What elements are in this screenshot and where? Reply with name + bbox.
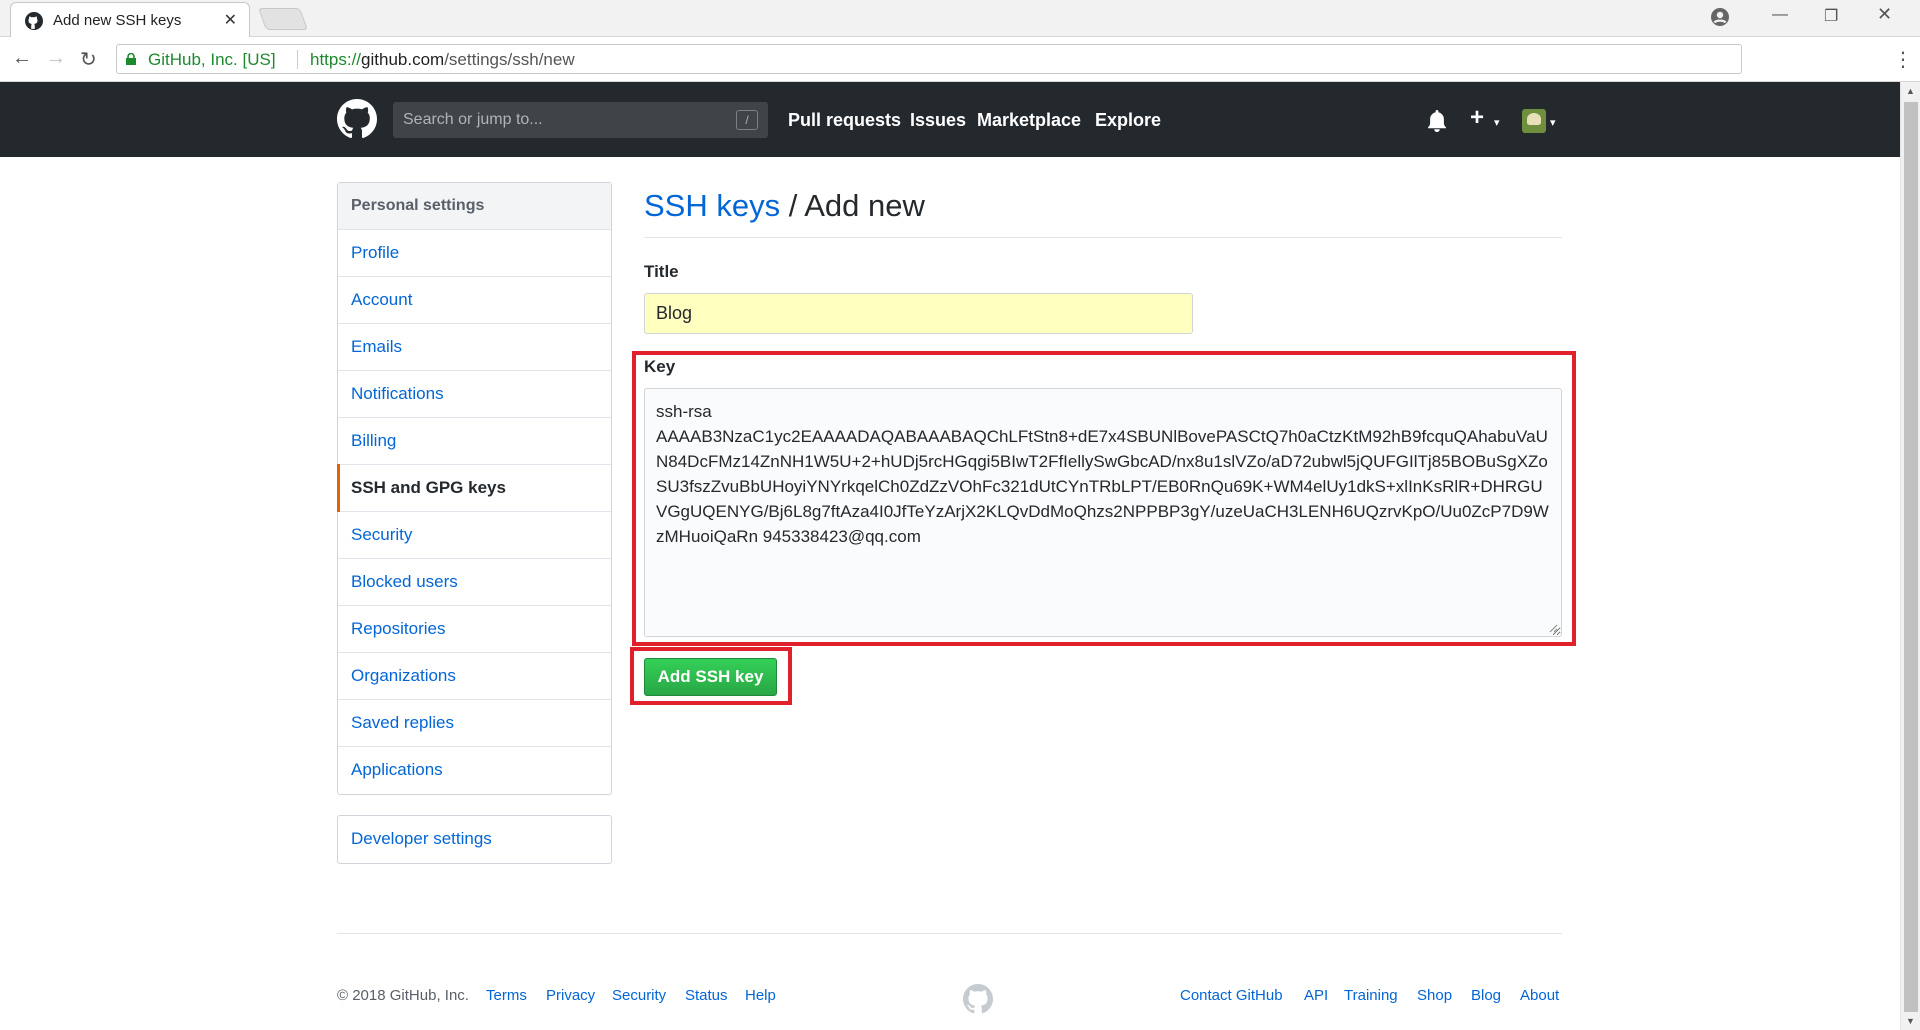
minimize-icon[interactable]: — (1772, 6, 1788, 24)
notifications-bell-icon[interactable] (1427, 110, 1447, 132)
sidebar-item-profile[interactable]: Profile (338, 230, 611, 277)
sidebar-item-emails[interactable]: Emails (338, 324, 611, 371)
title-field[interactable] (644, 293, 1193, 334)
footer-link-about[interactable]: About (1520, 987, 1559, 1004)
settings-sidebar: Personal settings Profile Account Emails… (337, 182, 612, 795)
tab-close-icon[interactable]: ✕ (224, 10, 237, 30)
footer-link-security[interactable]: Security (612, 987, 666, 1004)
footer-link-api[interactable]: API (1304, 987, 1328, 1004)
footer-divider (337, 933, 1562, 934)
footer-link-contact[interactable]: Contact GitHub (1180, 987, 1283, 1004)
reload-icon[interactable]: ↻ (80, 47, 97, 72)
key-field[interactable]: ssh-rsa AAAAB3NzaC1yc2EAAAADAQABAAABAQCh… (644, 388, 1562, 637)
footer-link-privacy[interactable]: Privacy (546, 987, 595, 1004)
title-divider (644, 237, 1562, 238)
sidebar-item-ssh-gpg-keys[interactable]: SSH and GPG keys (337, 464, 611, 512)
github-footer-logo-icon[interactable] (963, 984, 993, 1014)
page-scrollbar[interactable]: ▲ ▼ (1900, 82, 1920, 1030)
github-logo-icon[interactable] (337, 99, 377, 139)
create-dropdown-caret-icon[interactable]: ▾ (1494, 116, 1500, 129)
sidebar-item-developer-settings[interactable]: Developer settings (338, 816, 611, 863)
address-toolbar: ← → ↻ GitHub, Inc. [US] https://github.c… (0, 37, 1920, 82)
sidebar-heading: Personal settings (338, 183, 611, 230)
sidebar-item-applications[interactable]: Applications (338, 747, 611, 794)
lock-icon (126, 53, 136, 65)
footer-link-training[interactable]: Training (1344, 987, 1398, 1004)
breadcrumb-current: / Add new (780, 188, 925, 223)
github-header: Search or jump to... / Pull requests Iss… (0, 82, 1900, 157)
footer-copyright: © 2018 GitHub, Inc. (337, 987, 469, 1004)
secure-site-label: GitHub, Inc. [US] (148, 50, 276, 69)
sidebar-item-saved-replies[interactable]: Saved replies (338, 700, 611, 747)
sidebar-item-notifications[interactable]: Notifications (338, 371, 611, 418)
search-input[interactable]: Search or jump to... / (393, 102, 768, 138)
back-arrow-icon[interactable]: ← (12, 47, 32, 70)
create-new-plus-icon[interactable]: + (1470, 104, 1484, 132)
search-placeholder: Search or jump to... (403, 111, 543, 128)
address-separator (297, 50, 298, 69)
search-shortcut-key: / (736, 110, 758, 130)
scrollbar-thumb[interactable] (1904, 102, 1918, 1012)
title-field-label: Title (644, 262, 679, 281)
developer-settings-box: Developer settings (337, 815, 612, 864)
address-bar[interactable]: GitHub, Inc. [US] https://github.com/set… (116, 44, 1742, 74)
footer-link-terms[interactable]: Terms (486, 987, 527, 1004)
nav-issues[interactable]: Issues (910, 110, 966, 131)
nav-explore[interactable]: Explore (1095, 110, 1161, 131)
user-avatar[interactable] (1522, 109, 1546, 133)
footer-link-shop[interactable]: Shop (1417, 987, 1452, 1004)
browser-tab-strip: Add new SSH keys ✕ — ❐ ✕ (0, 0, 1920, 37)
breadcrumb-ssh-keys-link[interactable]: SSH keys (644, 188, 780, 223)
footer-link-blog[interactable]: Blog (1471, 987, 1501, 1004)
sidebar-item-repositories[interactable]: Repositories (338, 606, 611, 653)
key-field-label: Key (644, 357, 676, 376)
github-favicon-icon (25, 12, 43, 30)
sidebar-item-blocked-users[interactable]: Blocked users (338, 559, 611, 606)
nav-marketplace[interactable]: Marketplace (977, 110, 1081, 131)
page-title: SSH keys / Add new (644, 188, 925, 224)
footer-link-status[interactable]: Status (685, 987, 728, 1004)
sidebar-item-account[interactable]: Account (338, 277, 611, 324)
browser-tab[interactable]: Add new SSH keys ✕ (10, 2, 250, 37)
url-text[interactable]: https://github.com/settings/ssh/new (310, 50, 575, 70)
scroll-up-arrow-icon[interactable]: ▲ (1906, 86, 1915, 96)
profile-icon[interactable] (1710, 7, 1730, 27)
browser-menu-icon[interactable]: ⋮ (1893, 47, 1913, 72)
sidebar-item-billing[interactable]: Billing (338, 418, 611, 465)
footer-link-help[interactable]: Help (745, 987, 776, 1004)
forward-arrow-icon[interactable]: → (46, 47, 66, 70)
resize-grip-icon[interactable] (1548, 623, 1558, 633)
restore-icon[interactable]: ❐ (1824, 6, 1838, 26)
sidebar-item-organizations[interactable]: Organizations (338, 653, 611, 700)
sidebar-item-security[interactable]: Security (338, 512, 611, 559)
close-window-icon[interactable]: ✕ (1877, 4, 1892, 25)
nav-pull-requests[interactable]: Pull requests (788, 110, 901, 131)
tab-title: Add new SSH keys (53, 12, 182, 29)
scroll-down-arrow-icon[interactable]: ▼ (1906, 1016, 1915, 1026)
new-tab-button[interactable] (257, 8, 309, 30)
user-menu-caret-icon[interactable]: ▾ (1550, 116, 1556, 129)
add-ssh-key-button[interactable]: Add SSH key (644, 658, 777, 696)
